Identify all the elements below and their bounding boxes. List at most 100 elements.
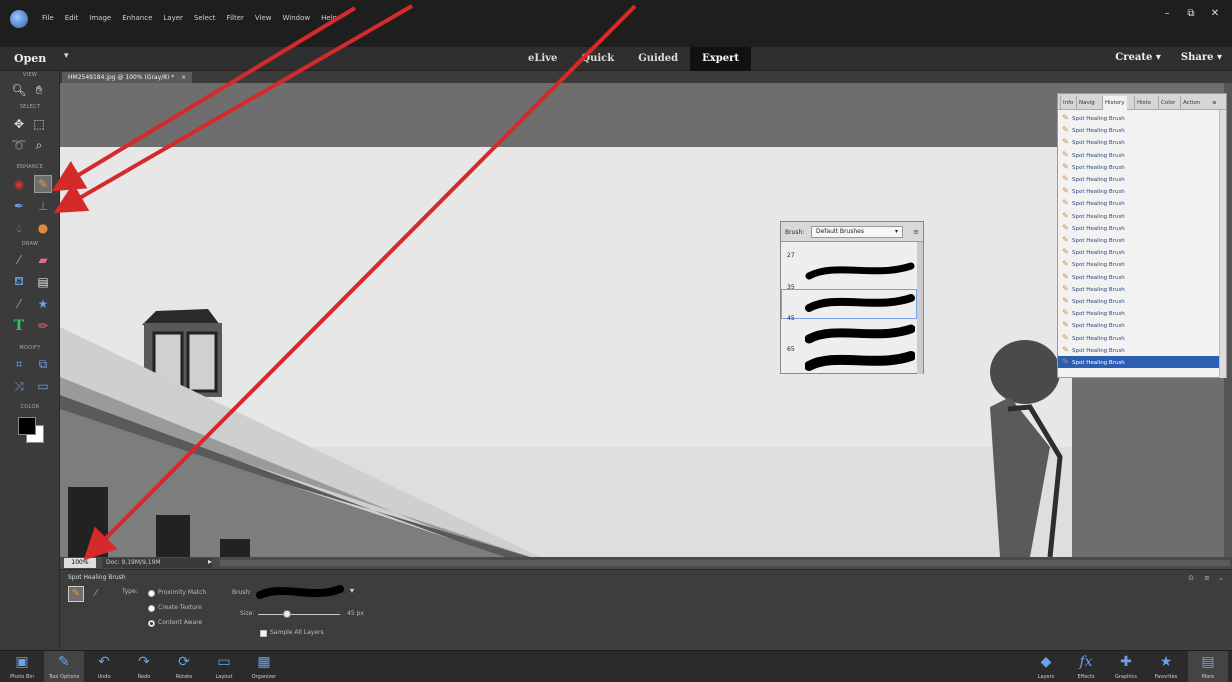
history-item[interactable]: ✎ Spot Healing Brush xyxy=(1062,185,1125,197)
create-texture-radio[interactable] xyxy=(148,605,155,612)
spot-healing-brush-tool-icon[interactable]: ✎ xyxy=(34,175,52,193)
menu-window[interactable]: Window xyxy=(283,14,311,22)
layout-button[interactable]: ▭ Layout xyxy=(204,651,244,682)
menu-select[interactable]: Select xyxy=(194,14,216,22)
history-item[interactable]: ✎ Spot Healing Brush xyxy=(1062,295,1125,307)
close-button[interactable]: ✕ xyxy=(1206,6,1224,20)
menu-enhance[interactable]: Enhance xyxy=(122,14,152,22)
history-item[interactable]: ✎ Spot Healing Brush xyxy=(1062,197,1125,209)
menu-view[interactable]: View xyxy=(255,14,272,22)
panel-menu-icon[interactable]: ≡ xyxy=(1210,96,1219,110)
history-item[interactable]: ✎ Spot Healing Brush xyxy=(1062,222,1125,234)
color-picker-tool-icon[interactable]: ⁄ xyxy=(10,295,28,313)
spot-healing-mode-button[interactable]: ✎ xyxy=(68,586,84,602)
brush-stroke-preview[interactable] xyxy=(805,290,915,318)
zoom-field[interactable]: 100% xyxy=(64,558,96,568)
collapse-icon[interactable]: ⌄ xyxy=(1218,574,1224,582)
tab-color[interactable]: Color xyxy=(1158,96,1177,110)
brush-size-45[interactable]: 45 xyxy=(787,315,795,322)
pencil-tool-icon[interactable]: ✏︎ xyxy=(34,317,52,335)
open-button[interactable]: Open xyxy=(14,52,46,65)
menu-image[interactable]: Image xyxy=(89,14,111,22)
history-item[interactable]: ✎ Spot Healing Brush xyxy=(1062,124,1125,136)
zoom-tool-icon[interactable]: 🔍︎ xyxy=(10,81,28,99)
brush-picker-menu-icon[interactable]: ≡ xyxy=(913,228,919,236)
menu-filter[interactable]: Filter xyxy=(227,14,244,22)
brush-stroke-preview[interactable] xyxy=(805,348,915,376)
close-tab-icon[interactable]: × xyxy=(181,74,186,81)
favorites-button[interactable]: ★ Favorites xyxy=(1146,651,1186,682)
tab-actions[interactable]: Action xyxy=(1180,96,1202,110)
layers-button[interactable]: ◆ Layers xyxy=(1026,651,1066,682)
size-slider-thumb[interactable] xyxy=(282,610,291,618)
history-item[interactable]: ✎ Spot Healing Brush xyxy=(1062,234,1125,246)
photo-bin-button[interactable]: ▣ Photo Bin xyxy=(2,651,42,682)
quick-selection-tool-icon[interactable]: ⌕ xyxy=(30,136,48,154)
mode-expert[interactable]: Expert xyxy=(690,47,751,71)
brush-size-35[interactable]: 35 xyxy=(787,284,795,291)
brush-set-select[interactable]: Default Brushes ▾ xyxy=(811,226,903,238)
eraser-tool-icon[interactable]: ▰ xyxy=(34,251,52,269)
mode-guided[interactable]: Guided xyxy=(626,47,690,71)
history-item[interactable]: ✎ Spot Healing Brush xyxy=(1062,344,1125,356)
history-item[interactable]: ✎ Spot Healing Brush xyxy=(1062,246,1125,258)
open-dropdown-icon[interactable]: ▾ xyxy=(64,51,69,61)
tab-navigator[interactable]: Navig xyxy=(1076,96,1097,110)
content-aware-radio[interactable] xyxy=(148,620,155,627)
brush-preview-button[interactable] xyxy=(256,582,344,602)
organizer-button[interactable]: ▦ Organizer xyxy=(244,651,284,682)
history-item[interactable]: ✎ Spot Healing Brush xyxy=(1062,319,1125,331)
content-aware-move-tool-icon[interactable]: ⤨ xyxy=(10,377,28,395)
straighten-tool-icon[interactable]: ▭ xyxy=(34,377,52,395)
brush-size-27[interactable]: 27 xyxy=(787,252,795,259)
type-tool-icon[interactable]: T xyxy=(10,317,28,335)
tab-info[interactable]: Info xyxy=(1060,96,1075,110)
redo-button[interactable]: ↷ Redo xyxy=(124,651,164,682)
brush-tool-icon[interactable]: ⁄ xyxy=(10,251,28,269)
undo-button[interactable]: ↶ Undo xyxy=(84,651,124,682)
mode-elive[interactable]: eLive xyxy=(516,47,569,71)
history-item[interactable]: ✎ Spot Healing Brush xyxy=(1062,356,1125,368)
history-item[interactable]: ✎ Spot Healing Brush xyxy=(1062,307,1125,319)
history-item[interactable]: ✎ Spot Healing Brush xyxy=(1062,136,1125,148)
size-slider-track[interactable] xyxy=(258,614,340,615)
menu-layer[interactable]: Layer xyxy=(163,14,183,22)
tab-history[interactable]: History xyxy=(1102,96,1127,110)
recompose-tool-icon[interactable]: ⧉ xyxy=(34,355,52,373)
brush-stroke-preview[interactable] xyxy=(805,258,915,286)
brush-picker-scrollbar[interactable] xyxy=(917,242,923,374)
menu-edit[interactable]: Edit xyxy=(65,14,79,22)
menu-file[interactable]: File xyxy=(42,14,54,22)
history-item[interactable]: ✎ Spot Healing Brush xyxy=(1062,332,1125,344)
status-menu-icon[interactable]: ▸ xyxy=(208,557,212,566)
brush-size-65[interactable]: 65 xyxy=(787,346,795,353)
history-item[interactable]: ✎ Spot Healing Brush xyxy=(1062,283,1125,295)
history-item[interactable]: ✎ Spot Healing Brush xyxy=(1062,161,1125,173)
graphics-button[interactable]: ✚ Graphics xyxy=(1106,651,1146,682)
sponge-tool-icon[interactable]: ● xyxy=(34,219,52,237)
tool-options-button[interactable]: ✎ Tool Options xyxy=(44,651,84,682)
history-item[interactable]: ✎ Spot Healing Brush xyxy=(1062,258,1125,270)
marquee-tool-icon[interactable]: ⬚ xyxy=(30,115,48,133)
horizontal-scrollbar[interactable] xyxy=(220,560,1230,566)
restore-button[interactable]: ⧉ xyxy=(1182,6,1200,20)
create-button[interactable]: Create ▾ xyxy=(1115,52,1161,63)
menu-help[interactable]: Help xyxy=(321,14,337,22)
history-item[interactable]: ✎ Spot Healing Brush xyxy=(1062,112,1125,124)
minimize-button[interactable]: – xyxy=(1158,6,1176,20)
history-item[interactable]: ✎ Spot Healing Brush xyxy=(1062,271,1125,283)
history-item[interactable]: ✎ Spot Healing Brush xyxy=(1062,173,1125,185)
rotate-button[interactable]: ⟳ Rotate xyxy=(164,651,204,682)
crop-tool-icon[interactable]: ⌗ xyxy=(10,355,28,373)
options-menu-icon[interactable]: ≡ xyxy=(1204,574,1210,582)
custom-shape-tool-icon[interactable]: ★ xyxy=(34,295,52,313)
hand-tool-icon[interactable]: ✋︎ xyxy=(30,81,48,99)
blur-tool-icon[interactable]: 💧︎ xyxy=(10,219,28,237)
brush-dropdown-icon[interactable]: ▾ xyxy=(350,586,354,595)
document-tab[interactable]: HM2549184.jpg @ 100% (Gray/8) * × xyxy=(62,72,193,83)
more-button[interactable]: ▤ More xyxy=(1188,651,1228,682)
proximity-match-radio[interactable] xyxy=(148,590,155,597)
help-icon[interactable]: ⊙ xyxy=(1188,574,1194,582)
lasso-tool-icon[interactable]: ➰ xyxy=(10,136,28,154)
effects-button[interactable]: fx Effects xyxy=(1066,651,1106,682)
